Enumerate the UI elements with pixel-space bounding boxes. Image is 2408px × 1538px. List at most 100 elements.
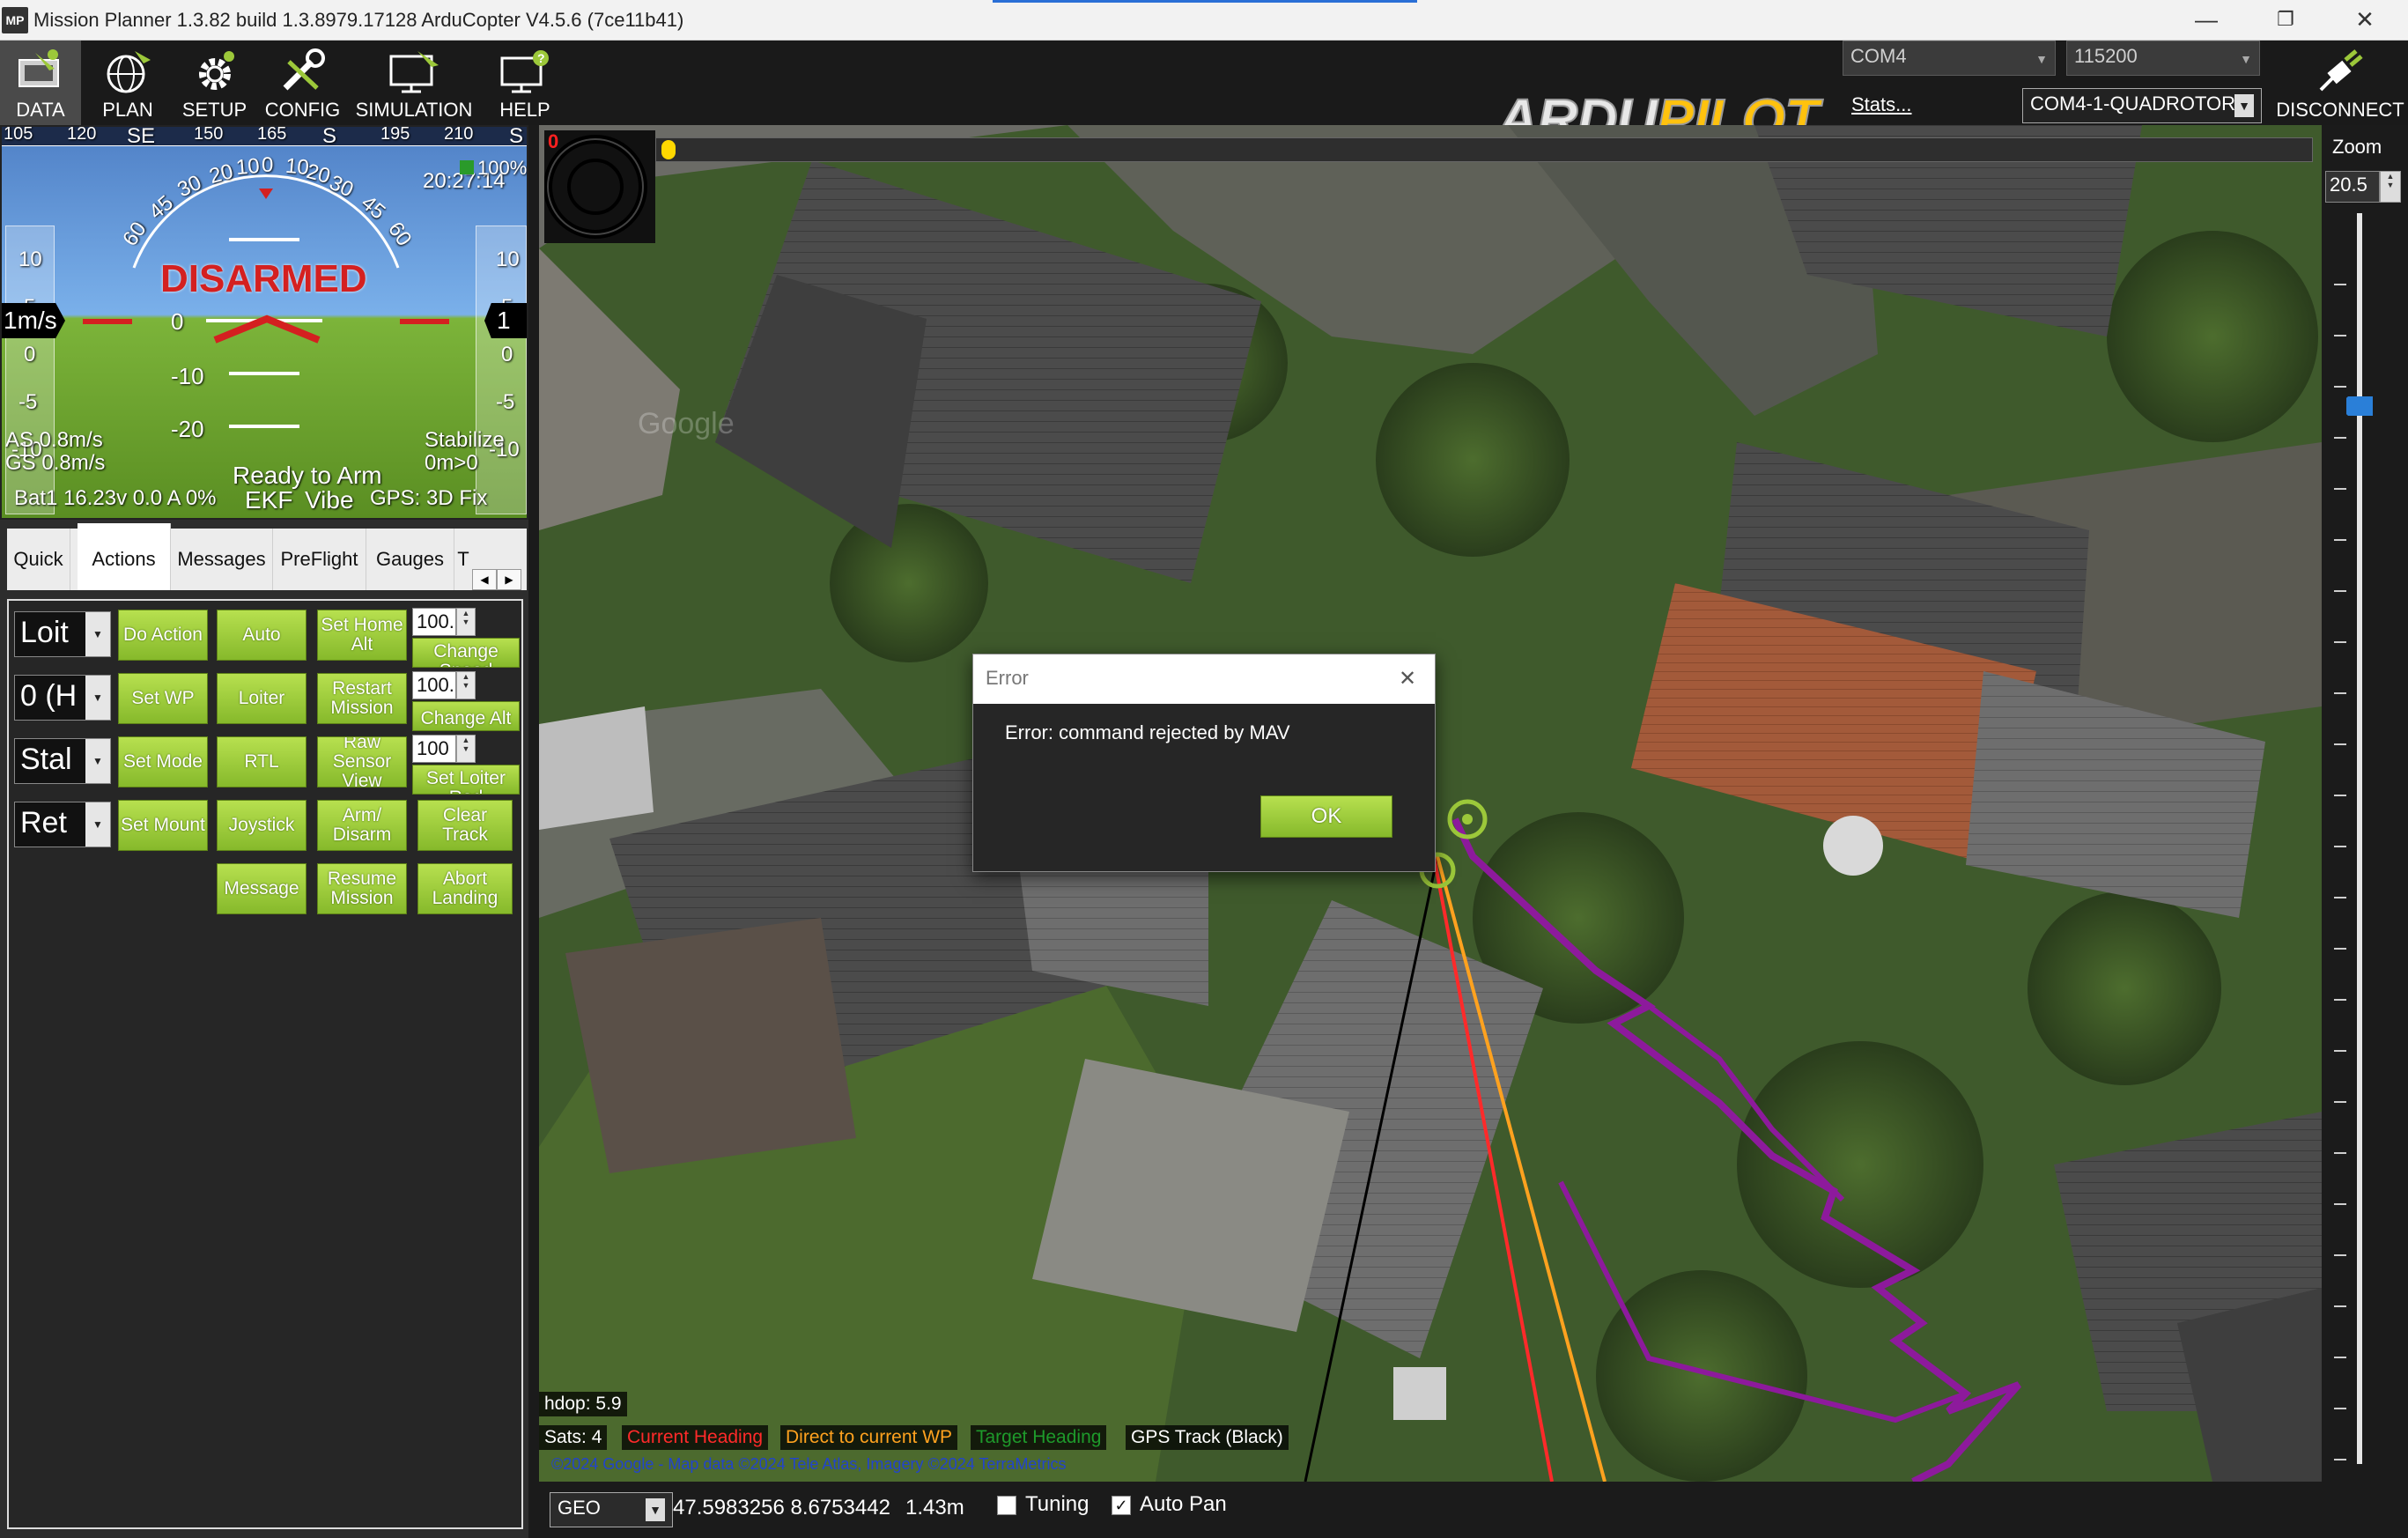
resume-mission-button[interactable]: Resume Mission [317, 863, 407, 914]
tab-preflight[interactable]: PreFlight [273, 529, 366, 590]
speed-readout: 1m/s [2, 303, 65, 338]
window-title-bar: MP Mission Planner 1.3.82 build 1.3.8979… [0, 0, 2408, 41]
waypoint-distance-text: 0m>0 [425, 451, 478, 475]
tab-messages[interactable]: Messages [171, 529, 273, 590]
data-icon [18, 49, 59, 87]
arm-disarm-button[interactable]: Arm/ Disarm [317, 800, 407, 851]
port-select[interactable]: COM4 ▼ [1843, 41, 2056, 76]
gear-icon [198, 51, 234, 90]
mode-select[interactable]: Loit ▼ [14, 611, 111, 657]
config-button[interactable]: CONFIG [261, 41, 344, 125]
zoom-input[interactable]: 20.5 [2325, 171, 2380, 203]
tab-quick[interactable]: Quick [7, 529, 70, 590]
chevron-down-icon: ▼ [85, 802, 110, 847]
set-mount-button[interactable]: Set Mount [118, 800, 208, 851]
dialog-close-icon[interactable]: ✕ [1387, 662, 1428, 697]
horizon-mark-right [400, 319, 449, 324]
map-slider-track[interactable] [655, 137, 2313, 162]
speed-spinner-icon[interactable]: ▲ ▼ [456, 608, 476, 636]
tab-actions[interactable]: Actions [78, 523, 171, 590]
hud-display: 105 120 SE 150 165 S 195 210 S 60 45 30 … [0, 125, 528, 520]
loiter-radius-input[interactable]: 100 [412, 735, 456, 763]
altitude-tape: 10 5 0 -5 -10 [476, 226, 527, 514]
change-speed-button[interactable]: Change Speed [412, 638, 520, 668]
legend-target-heading: Target Heading [971, 1425, 1107, 1450]
set-wp-button[interactable]: Set WP [118, 673, 208, 724]
zoom-panel: Zoom 20.5 ▲ ▼ [2322, 125, 2408, 1482]
hud-battery-pct: 100% [477, 157, 528, 179]
simulation-button[interactable]: SIMULATION [352, 41, 476, 125]
dialog-title-bar: Error ✕ [973, 654, 1435, 704]
main-toolbar: DATA PLAN SETUP CONFIG SIMULATION ? HELP… [0, 41, 2408, 152]
chevron-down-icon: ▼ [85, 612, 110, 656]
groundspeed-text: GS 0.8m/s [5, 451, 106, 475]
legend-current-heading: Current Heading [622, 1425, 769, 1450]
message-button[interactable]: Message [217, 863, 307, 914]
minimize-button[interactable]: — [2167, 0, 2246, 41]
wrench-icon [283, 48, 325, 91]
coord-system-select[interactable]: GEO ▼ [550, 1492, 673, 1527]
close-window-button[interactable]: ✕ [2325, 0, 2404, 41]
stats-link[interactable]: Stats... [1851, 93, 1911, 116]
disarmed-status: DISARMED [160, 257, 367, 300]
mini-joystick[interactable] [543, 130, 655, 243]
vibe-indicator[interactable]: Vibe [305, 486, 354, 514]
mount-select[interactable]: Ret ▼ [14, 802, 111, 847]
set-loiter-rad-button[interactable]: Set Loiter Rad [412, 765, 520, 795]
zoom-spinner-icon[interactable]: ▲ ▼ [2380, 171, 2401, 203]
tuning-checkbox[interactable] [997, 1496, 1016, 1515]
hdop-text: hdop: 5.9 [539, 1392, 627, 1416]
rtl-button[interactable]: RTL [217, 736, 307, 787]
red-counter: 0 [548, 130, 559, 152]
joystick-button[interactable]: Joystick [217, 800, 307, 851]
ekf-indicator[interactable]: EKF [245, 486, 292, 514]
clear-track-button[interactable]: Clear Track [417, 800, 513, 851]
tab-gauges[interactable]: Gauges [366, 529, 454, 590]
speed-input[interactable]: 100. [412, 608, 456, 636]
change-alt-button[interactable]: Change Alt [412, 701, 520, 731]
slider-handle-icon[interactable] [661, 140, 676, 159]
abort-landing-button[interactable]: Abort Landing [417, 863, 513, 914]
flight-mode-select[interactable]: Stal ▼ [14, 738, 111, 784]
raw-sensor-view-button[interactable]: Raw Sensor View [317, 736, 407, 787]
setup-button[interactable]: SETUP [173, 41, 256, 125]
dialog-ok-button[interactable]: OK [1260, 795, 1392, 838]
set-mode-button[interactable]: Set Mode [118, 736, 208, 787]
zoom-ticks [2334, 234, 2346, 1464]
disconnect-button[interactable]: DISCONNECT [2272, 41, 2408, 125]
coordinates-text: 47.5983256 8.6753442 [673, 1496, 890, 1520]
battery-text: Bat1 16.23v 0.0 A 0% [14, 486, 217, 510]
help-button[interactable]: ? HELP [484, 41, 565, 125]
plan-button[interactable]: PLAN [88, 41, 167, 125]
aircraft-symbol [213, 314, 321, 344]
altitude-input[interactable]: 100. [412, 671, 456, 699]
tab-scroll-left-icon[interactable]: ◀ [472, 569, 497, 590]
title-accent [993, 0, 1417, 3]
monitor-icon [389, 51, 439, 93]
loiter-button[interactable]: Loiter [217, 673, 307, 724]
plug-icon [2319, 49, 2363, 92]
do-action-button[interactable]: Do Action [118, 610, 208, 661]
loiter-spinner-icon[interactable]: ▲ ▼ [456, 735, 476, 763]
baud-select[interactable]: 115200 ▼ [2066, 41, 2260, 76]
auto-button[interactable]: Auto [217, 610, 307, 661]
chevron-down-icon: ▼ [85, 739, 110, 783]
data-button[interactable]: DATA [0, 41, 81, 125]
tab-scroll-right-icon[interactable]: ▶ [497, 569, 521, 590]
waypoint-select[interactable]: 0 (H ▼ [14, 675, 111, 721]
actions-panel: Loit ▼ 0 (H ▼ Stal ▼ Ret ▼ Do Action Set WP … [7, 599, 523, 1529]
help-icon: ? [500, 50, 549, 93]
error-dialog: Error ✕ Error: command rejected by MAV O… [972, 654, 1436, 872]
tab-more[interactable]: T [454, 529, 472, 590]
signal-bars-icon [460, 160, 474, 174]
autopan-checkbox[interactable]: ✓ [1112, 1496, 1131, 1515]
restart-mission-button[interactable]: Restart Mission [317, 673, 407, 724]
restore-button[interactable]: ❐ [2246, 0, 2325, 41]
zoom-label: Zoom [2332, 136, 2382, 158]
set-home-alt-button[interactable]: Set Home Alt [317, 610, 407, 661]
vehicle-select[interactable]: COM4-1-QUADROTOR ▼ [2022, 88, 2262, 123]
altitude-spinner-icon[interactable]: ▲ ▼ [456, 671, 476, 699]
legend-gps-track: GPS Track (Black) [1126, 1425, 1289, 1450]
airspeed-text: AS 0.8m/s [5, 428, 103, 452]
altitude-text: 1.43m [905, 1496, 964, 1520]
